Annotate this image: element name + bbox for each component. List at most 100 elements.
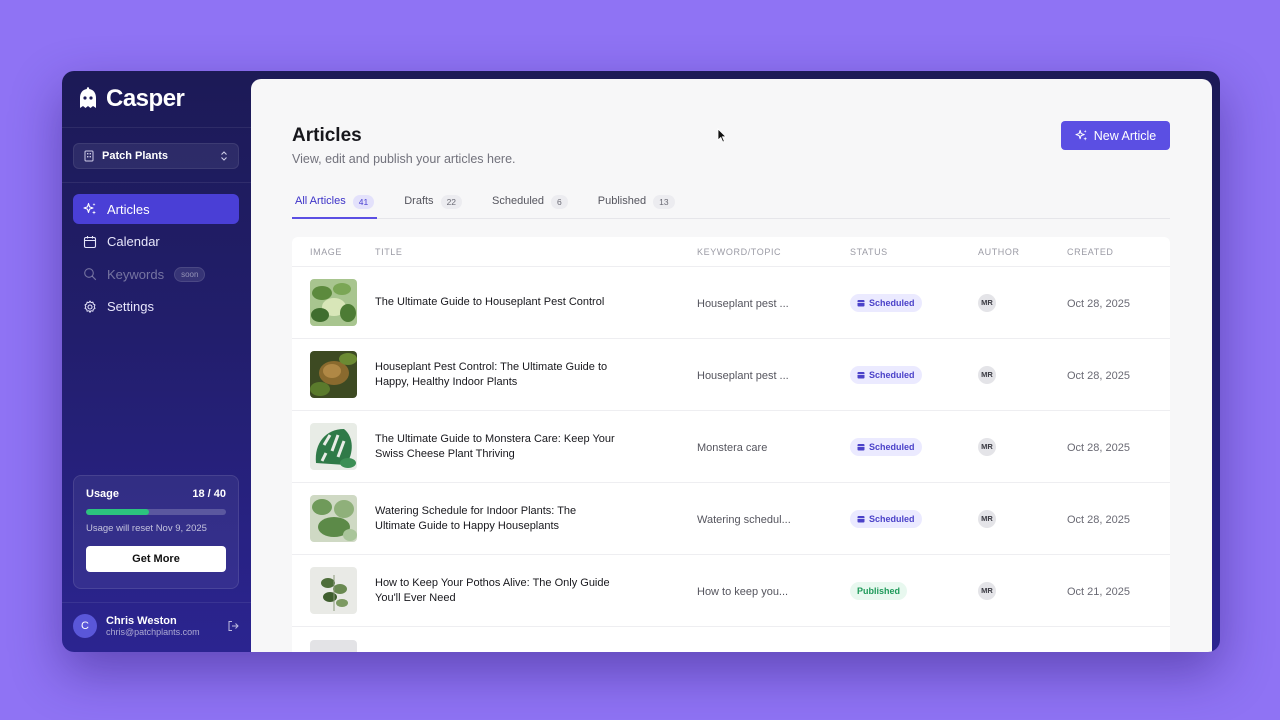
tab-count: 13 [653, 195, 675, 209]
table-header: IMAGE TITLE KEYWORD/TOPIC STATUS AUTHOR … [292, 237, 1170, 267]
new-article-label: New Article [1093, 128, 1157, 143]
sidebar-divider [62, 127, 251, 128]
sparkles-icon [83, 202, 96, 215]
status-badge: Scheduled [850, 365, 922, 384]
workspace-name: Patch Plants [102, 150, 169, 162]
article-title: The Ultimate Guide to Monstera Care: Kee… [375, 432, 615, 460]
calendar-icon [83, 235, 97, 248]
tab-all-articles[interactable]: All Articles 41 [292, 187, 378, 219]
table-row[interactable] [292, 627, 1170, 652]
article-thumbnail [310, 423, 357, 470]
author-avatar: MR [978, 437, 996, 456]
article-keyword: Houseplant pest ... [697, 297, 789, 310]
table-row[interactable]: How to Keep Your Pothos Alive: The Only … [292, 555, 1170, 627]
status-badge: Scheduled [850, 437, 922, 456]
calendar-icon [857, 371, 865, 378]
usage-count: 18 / 40 [192, 488, 226, 500]
tab-count: 22 [440, 195, 463, 209]
sidebar-item-calendar[interactable]: Calendar [73, 227, 239, 257]
main-content: Articles View, edit and publish your art… [251, 79, 1212, 652]
status-label: Scheduled [869, 297, 915, 308]
column-header[interactable]: STATUS [850, 247, 978, 257]
status-label: Scheduled [869, 369, 915, 380]
soon-badge: soon [174, 266, 206, 282]
table-row[interactable]: The Ultimate Guide to Houseplant Pest Co… [292, 267, 1170, 339]
ghost-logo-icon [80, 87, 96, 108]
tab-published[interactable]: Published 13 [595, 187, 678, 218]
usage-progress-fill [86, 509, 149, 515]
column-header[interactable]: TITLE [375, 247, 697, 257]
tab-count: 6 [551, 195, 568, 209]
article-keyword: Houseplant pest ... [697, 369, 789, 382]
status-label: Scheduled [869, 441, 915, 452]
article-tabs: All Articles 41 Drafts 22 Scheduled 6 Pu… [292, 187, 1170, 219]
sidebar-item-settings[interactable]: Settings [73, 292, 239, 322]
get-more-button[interactable]: Get More [86, 546, 226, 572]
tab-label: Scheduled [492, 195, 545, 207]
usage-label: Usage [86, 488, 120, 500]
brand-name: Casper [106, 85, 185, 112]
article-keyword: Monstera care [697, 441, 768, 454]
sidebar-item-keywords: Keywords soon [73, 259, 239, 289]
articles-table: IMAGE TITLE KEYWORD/TOPIC STATUS AUTHOR … [292, 237, 1170, 652]
status-label: Published [857, 586, 901, 596]
table-row[interactable]: Houseplant Pest Control: The Ultimate Gu… [292, 339, 1170, 411]
logout-icon[interactable] [227, 620, 239, 632]
brand[interactable]: Casper [78, 85, 185, 113]
article-thumbnail [310, 567, 357, 614]
article-title: How to Keep Your Pothos Alive: The Only … [375, 576, 610, 604]
gear-icon [84, 300, 96, 313]
sidebar-divider [62, 182, 251, 183]
article-thumbnail [310, 495, 357, 542]
created-date: Oct 28, 2025 [1067, 369, 1130, 382]
sidebar-nav: Articles Calendar Keywords soon Settings [73, 194, 239, 324]
created-date: Oct 28, 2025 [1067, 297, 1130, 310]
article-keyword: How to keep you... [697, 585, 789, 598]
article-keyword: Watering schedul... [697, 513, 791, 526]
sidebar: Casper Patch Plants Articles Calendar Ke… [62, 71, 251, 652]
created-date: Oct 28, 2025 [1067, 441, 1130, 454]
tab-count: 41 [352, 195, 375, 209]
author-avatar: MR [978, 293, 996, 312]
user-profile[interactable]: C Chris Weston chris@patchplants.com [73, 614, 239, 638]
workspace-switcher[interactable]: Patch Plants [73, 143, 239, 169]
sidebar-item-label: Calendar [107, 234, 160, 249]
tab-label: Drafts [404, 195, 434, 207]
tab-label: All Articles [295, 195, 346, 207]
created-date: Oct 28, 2025 [1067, 513, 1130, 526]
tab-drafts[interactable]: Drafts 22 [401, 187, 465, 218]
created-date: Oct 21, 2025 [1067, 585, 1130, 598]
page-title: Articles [292, 125, 362, 146]
search-icon [84, 268, 97, 281]
usage-progress-bar [86, 509, 226, 515]
column-header[interactable]: KEYWORD/TOPIC [697, 247, 850, 257]
calendar-icon [857, 443, 865, 450]
sparkles-icon [1075, 129, 1087, 141]
sidebar-item-label: Keywords [107, 266, 165, 282]
status-badge: Published [850, 582, 908, 600]
table-row[interactable]: Watering Schedule for Indoor Plants: The… [292, 483, 1170, 555]
calendar-icon [857, 515, 865, 522]
user-name: Chris Weston [106, 615, 177, 627]
article-title: The Ultimate Guide to Houseplant Pest Co… [375, 296, 605, 308]
article-title: Watering Schedule for Indoor Plants: The… [375, 504, 577, 532]
column-header: IMAGE [310, 246, 343, 257]
tab-label: Published [597, 195, 647, 207]
sidebar-divider [62, 602, 251, 603]
article-thumbnail [310, 639, 357, 652]
sidebar-item-articles[interactable]: Articles [73, 194, 239, 224]
page-subtitle: View, edit and publish your articles her… [292, 152, 516, 166]
status-label: Scheduled [869, 513, 915, 524]
status-badge: Scheduled [850, 293, 922, 312]
sidebar-item-label: Articles [107, 201, 150, 217]
new-article-button[interactable]: New Article [1061, 121, 1170, 150]
chevron-up-down-icon [221, 151, 227, 161]
tab-scheduled[interactable]: Scheduled 6 [489, 187, 571, 218]
mouse-cursor-icon [717, 128, 727, 143]
building-icon [84, 150, 94, 162]
article-thumbnail [310, 279, 357, 326]
column-header[interactable]: CREATED [1067, 247, 1170, 257]
column-header[interactable]: AUTHOR [978, 247, 1067, 257]
usage-reset-text: Usage will reset Nov 9, 2025 [86, 523, 207, 534]
table-row[interactable]: The Ultimate Guide to Monstera Care: Kee… [292, 411, 1170, 483]
